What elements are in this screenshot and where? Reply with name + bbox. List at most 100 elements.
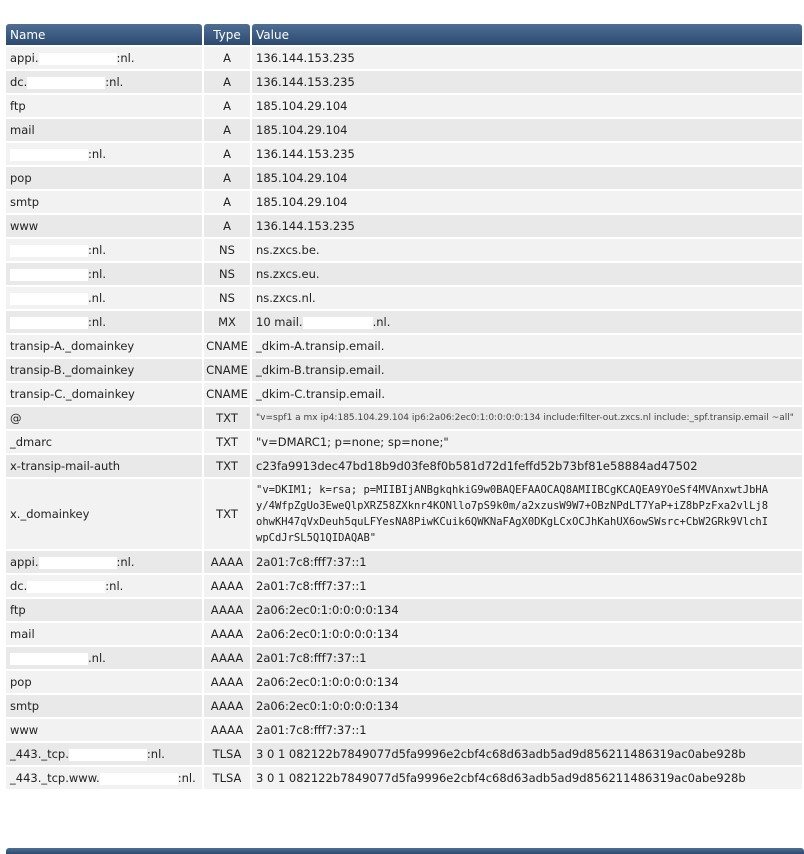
record-value: ns.zxcs.nl. — [252, 287, 802, 309]
record-name: smtp — [6, 191, 202, 213]
table-row[interactable]: pop A 185.104.29.104 — [6, 167, 802, 189]
record-value: ns.zxcs.be. — [252, 239, 802, 261]
dns-records-panel: Name Type Value appi.:nl. A 136.144.153.23… — [6, 22, 804, 791]
redacted-domain — [10, 244, 88, 257]
table-row[interactable]: appi.:nl. AAAA 2a01:7c8:fff7:37::1 — [6, 551, 802, 573]
record-name-prefix: mail — [10, 627, 35, 641]
table-row[interactable]: .nl. NS ns.zxcs.nl. — [6, 287, 802, 309]
record-name-prefix: x._domainkey — [10, 507, 90, 521]
record-name-prefix: _443._tcp. — [10, 747, 69, 761]
record-value-text: 136.144.153.235 — [256, 51, 355, 65]
record-type: TLSA — [204, 767, 250, 789]
table-row[interactable]: smtp A 185.104.29.104 — [6, 191, 802, 213]
record-type: CNAME — [204, 335, 250, 357]
record-value: 3 0 1 082122b7849077d5fa9996e2cbf4c68d63… — [252, 743, 802, 765]
record-value: 185.104.29.104 — [252, 191, 802, 213]
record-type: AAAA — [204, 575, 250, 597]
table-row[interactable]: dc.:nl. A 136.144.153.235 — [6, 71, 802, 93]
record-name: pop — [6, 671, 202, 693]
table-row[interactable]: :nl. NS ns.zxcs.be. — [6, 239, 802, 261]
record-name-prefix: transip-B._domainkey — [10, 363, 135, 377]
table-row[interactable]: mail AAAA 2a06:2ec0:1:0:0:0:0:134 — [6, 623, 802, 645]
table-row[interactable]: pop AAAA 2a06:2ec0:1:0:0:0:0:134 — [6, 671, 802, 693]
record-type: TXT — [204, 407, 250, 429]
record-value-text: 2a01:7c8:fff7:37::1 — [256, 723, 367, 737]
record-name-suffix: :nl. — [105, 579, 124, 593]
record-name: www — [6, 719, 202, 741]
record-name: smtp — [6, 695, 202, 717]
table-row[interactable]: :nl. A 136.144.153.235 — [6, 143, 802, 165]
table-row[interactable]: www AAAA 2a01:7c8:fff7:37::1 — [6, 719, 802, 741]
record-type: A — [204, 47, 250, 69]
table-row[interactable]: ftp A 185.104.29.104 — [6, 95, 802, 117]
record-name: transip-A._domainkey — [6, 335, 202, 357]
record-value: "v=DMARC1; p=none; sp=none;" — [252, 431, 802, 453]
record-name-suffix: .nl. — [88, 291, 106, 305]
record-name: .nl. — [6, 287, 202, 309]
table-row[interactable]: _dmarc TXT "v=DMARC1; p=none; sp=none;" — [6, 431, 802, 453]
record-value-text: 185.104.29.104 — [256, 195, 348, 209]
redacted-domain — [10, 316, 88, 329]
table-row[interactable]: _443._tcp.:nl. TLSA 3 0 1 082122b7849077d5… — [6, 743, 802, 765]
record-value-text: c23fa9913dec47bd18b9d03fe8f0b581d72d1fef… — [256, 459, 698, 473]
record-value-text: 136.144.153.235 — [256, 219, 355, 233]
table-row[interactable]: dc.:nl. AAAA 2a01:7c8:fff7:37::1 — [6, 575, 802, 597]
table-row[interactable]: :nl. MX 10 mail. .nl. — [6, 311, 802, 333]
record-value-text: 185.104.29.104 — [256, 99, 348, 113]
table-row[interactable]: :nl. NS ns.zxcs.eu. — [6, 263, 802, 285]
table-row[interactable]: transip-C._domainkey CNAME _dkim-C.transip… — [6, 383, 802, 405]
record-name: dc.:nl. — [6, 71, 202, 93]
record-name-suffix: :nl. — [105, 75, 124, 89]
redacted-domain — [68, 748, 147, 761]
record-value: 136.144.153.235 — [252, 71, 802, 93]
table-row[interactable]: _443._tcp.www.:nl. TLSA 3 0 1 082122b78490… — [6, 767, 802, 789]
record-name: pop — [6, 167, 202, 189]
record-name: _443._tcp.:nl. — [6, 743, 202, 765]
record-name: mail — [6, 119, 202, 141]
table-row[interactable]: www A 136.144.153.235 — [6, 215, 802, 237]
record-value: 2a01:7c8:fff7:37::1 — [252, 551, 802, 573]
redacted-domain — [10, 292, 88, 305]
table-row[interactable]: ftp AAAA 2a06:2ec0:1:0:0:0:0:134 — [6, 599, 802, 621]
column-header-value[interactable]: Value — [252, 24, 802, 45]
record-type: TXT — [204, 479, 250, 549]
table-row[interactable]: .nl. AAAA 2a01:7c8:fff7:37::1 — [6, 647, 802, 669]
record-value: 2a01:7c8:fff7:37::1 — [252, 719, 802, 741]
record-value: 185.104.29.104 — [252, 119, 802, 141]
redacted-domain — [10, 652, 88, 665]
record-type: A — [204, 167, 250, 189]
column-header-name[interactable]: Name — [6, 24, 202, 45]
record-value-text: 2a06:2ec0:1:0:0:0:0:134 — [256, 627, 399, 641]
record-type: TXT — [204, 455, 250, 477]
table-row[interactable]: transip-B._domainkey CNAME _dkim-B.transip… — [6, 359, 802, 381]
table-row[interactable]: x._domainkey TXT "v=DKIM1; k=rsa; p=MIIBIj… — [6, 479, 802, 549]
record-type: AAAA — [204, 695, 250, 717]
record-value-text: 2a01:7c8:fff7:37::1 — [256, 579, 367, 593]
table-row[interactable]: x-transip-mail-auth TXT c23fa9913dec47bd18… — [6, 455, 802, 477]
record-value-text: 185.104.29.104 — [256, 171, 348, 185]
record-name: x._domainkey — [6, 479, 202, 549]
table-row[interactable]: @ TXT "v=spf1 a mx ip4:185.104.29.104 ip6:… — [6, 407, 802, 429]
record-value: "v=spf1 a mx ip4:185.104.29.104 ip6:2a06… — [252, 407, 802, 429]
table-row[interactable]: mail A 185.104.29.104 — [6, 119, 802, 141]
record-type: AAAA — [204, 719, 250, 741]
record-name: :nl. — [6, 311, 202, 333]
record-value-text: 10 mail. — [256, 315, 303, 329]
record-value: c23fa9913dec47bd18b9d03fe8f0b581d72d1fef… — [252, 455, 802, 477]
record-name: :nl. — [6, 239, 202, 261]
record-value-text: ns.zxcs.be. — [256, 243, 320, 257]
table-row[interactable]: transip-A._domainkey CNAME _dkim-A.transip… — [6, 335, 802, 357]
record-name: _443._tcp.www.:nl. — [6, 767, 202, 789]
record-name-prefix: www — [10, 219, 39, 233]
column-header-type[interactable]: Type — [204, 24, 250, 45]
record-value-suffix: .nl. — [372, 315, 391, 329]
record-value: _dkim-A.transip.email. — [252, 335, 802, 357]
record-name: transip-B._domainkey — [6, 359, 202, 381]
record-name-prefix: smtp — [10, 699, 40, 713]
record-value-text: ns.zxcs.nl. — [256, 291, 316, 305]
table-row[interactable]: appi.:nl. A 136.144.153.235 — [6, 47, 802, 69]
record-value: 2a06:2ec0:1:0:0:0:0:134 — [252, 599, 802, 621]
record-value: _dkim-C.transip.email. — [252, 383, 802, 405]
table-row[interactable]: smtp AAAA 2a06:2ec0:1:0:0:0:0:134 — [6, 695, 802, 717]
redacted-domain — [27, 580, 106, 593]
